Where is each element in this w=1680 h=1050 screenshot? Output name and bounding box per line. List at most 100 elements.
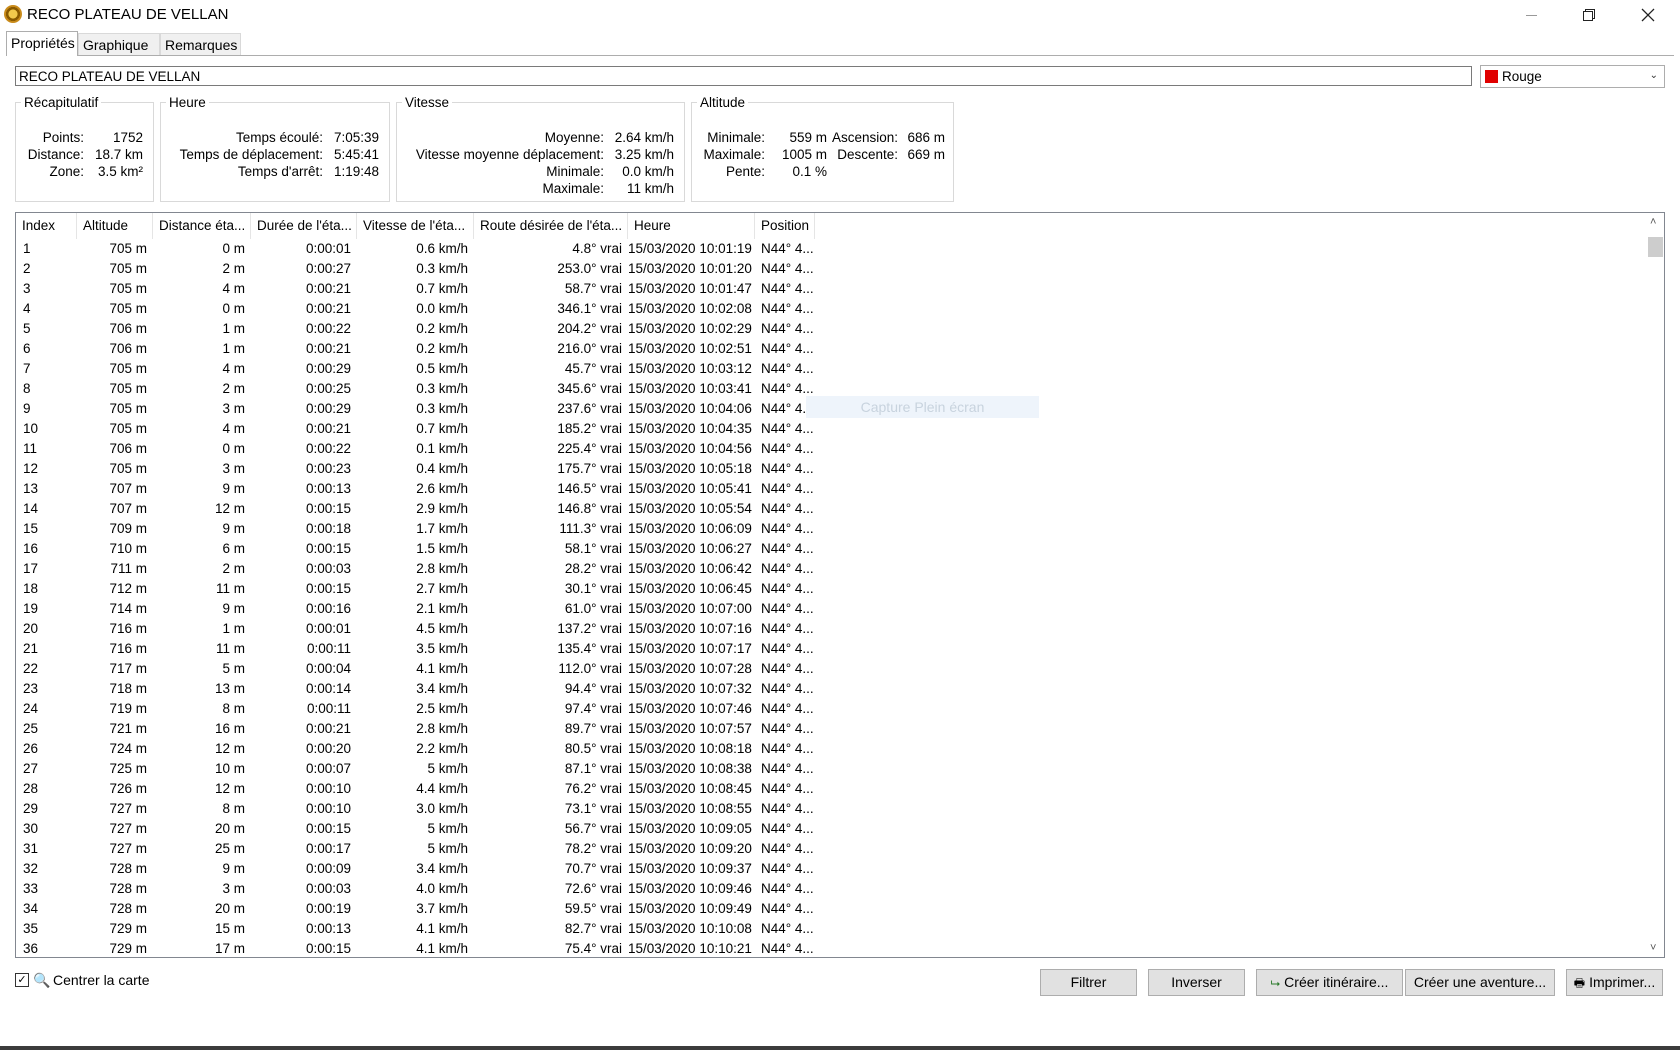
cell-index: 6 <box>23 341 31 356</box>
table-row[interactable]: 27 725 m 10 m 0:00:07 5 km/h 87.1° vrai 15/03/… <box>16 759 816 779</box>
column-header-time[interactable]: Heure <box>628 213 755 239</box>
cell-time: 15/03/2020 10:08:18 <box>628 741 752 756</box>
invert-button[interactable]: Inverser <box>1148 969 1245 996</box>
cell-altitude: 729 m <box>109 921 147 936</box>
table-row[interactable]: 36 729 m 17 m 0:00:15 4.1 km/h 75.4° vrai 15/0… <box>16 939 816 957</box>
table-row[interactable]: 30 727 m 20 m 0:00:15 5 km/h 56.7° vrai 15/03/… <box>16 819 816 839</box>
column-header-duration[interactable]: Durée de l'éta... <box>251 213 357 239</box>
table-row[interactable]: 9 705 m 3 m 0:00:29 0.3 km/h 237.6° vrai 15/03… <box>16 399 816 419</box>
table-row[interactable]: 13 707 m 9 m 0:00:13 2.6 km/h 146.5° vrai 15/0… <box>16 479 816 499</box>
track-name-input[interactable]: RECO PLATEAU DE VELLAN <box>15 66 1472 86</box>
center-map-checkbox[interactable]: ✓ <box>15 973 29 987</box>
cell-altitude: 705 m <box>109 261 147 276</box>
cell-distance: 9 m <box>222 521 245 536</box>
table-row[interactable]: 7 705 m 4 m 0:00:29 0.5 km/h 45.7° vrai 15/03/… <box>16 359 816 379</box>
table-row[interactable]: 23 718 m 13 m 0:00:14 3.4 km/h 94.4° vrai 15/0… <box>16 679 816 699</box>
tab-proprietes[interactable]: Propriétés <box>6 31 78 56</box>
table-row[interactable]: 24 719 m 8 m 0:00:11 2.5 km/h 97.4° vrai 15/03… <box>16 699 816 719</box>
column-header-distance[interactable]: Distance éta... <box>153 213 251 239</box>
map-zoom-icon: 🔍 <box>33 972 51 988</box>
trackpoints-table[interactable]: Index Altitude Distance éta... Durée de l'é… <box>15 212 1665 958</box>
filter-button[interactable]: Filtrer <box>1040 969 1137 996</box>
table-row[interactable]: 35 729 m 15 m 0:00:13 4.1 km/h 82.7° vrai 15/0… <box>16 919 816 939</box>
cell-speed: 0.4 km/h <box>416 461 468 476</box>
cell-distance: 2 m <box>222 381 245 396</box>
color-swatch <box>1485 70 1498 83</box>
table-row[interactable]: 26 724 m 12 m 0:00:20 2.2 km/h 80.5° vrai 15/0… <box>16 739 816 759</box>
column-header-heading[interactable]: Route désirée de l'éta... <box>474 213 628 239</box>
table-row[interactable]: 11 706 m 0 m 0:00:22 0.1 km/h 225.4° vrai 15/0… <box>16 439 816 459</box>
table-row[interactable]: 29 727 m 8 m 0:00:10 3.0 km/h 73.1° vrai 15/03… <box>16 799 816 819</box>
table-row[interactable]: 34 728 m 20 m 0:00:19 3.7 km/h 59.5° vrai 15/0… <box>16 899 816 919</box>
cell-distance: 8 m <box>222 801 245 816</box>
tab-remarques[interactable]: Remarques <box>160 33 241 55</box>
cell-position: N44° 4... <box>761 901 814 916</box>
cell-speed: 4.1 km/h <box>416 661 468 676</box>
cell-index: 31 <box>23 841 39 856</box>
cell-index: 22 <box>23 661 39 676</box>
cell-index: 9 <box>23 401 31 416</box>
cell-distance: 0 m <box>222 301 245 316</box>
column-header-index[interactable]: Index <box>16 213 77 239</box>
table-row[interactable]: 25 721 m 16 m 0:00:21 2.8 km/h 89.7° vrai 15/0… <box>16 719 816 739</box>
vertical-scrollbar[interactable]: ˄ ˅ <box>1647 213 1664 957</box>
table-row[interactable]: 28 726 m 12 m 0:00:10 4.4 km/h 76.2° vrai 15/0… <box>16 779 816 799</box>
create-adventure-button[interactable]: Créer une aventure... <box>1405 969 1555 996</box>
table-row[interactable]: 5 706 m 1 m 0:00:22 0.2 km/h 204.2° vrai 15/03… <box>16 319 816 339</box>
print-button[interactable]: 🖶 Imprimer... <box>1566 969 1663 996</box>
cell-speed: 0.7 km/h <box>416 421 468 436</box>
table-row[interactable]: 15 709 m 9 m 0:00:18 1.7 km/h 111.3° vrai 15/0… <box>16 519 816 539</box>
table-row[interactable]: 21 716 m 11 m 0:00:11 3.5 km/h 135.4° vrai 15/… <box>16 639 816 659</box>
minimize-icon <box>1525 14 1537 16</box>
table-row[interactable]: 10 705 m 4 m 0:00:21 0.7 km/h 185.2° vrai 15/0… <box>16 419 816 439</box>
table-row[interactable]: 32 728 m 9 m 0:00:09 3.4 km/h 70.7° vrai 15/03… <box>16 859 816 879</box>
table-row[interactable]: 1 705 m 0 m 0:00:01 0.6 km/h 4.8° vrai 15/03/2… <box>16 239 816 259</box>
cell-index: 11 <box>23 441 38 456</box>
table-row[interactable]: 4 705 m 0 m 0:00:21 0.0 km/h 346.1° vrai 15/03… <box>16 299 816 319</box>
tab-graphique[interactable]: Graphique <box>78 33 160 55</box>
restore-button[interactable] <box>1560 0 1618 30</box>
table-row[interactable]: 33 728 m 3 m 0:00:03 4.0 km/h 72.6° vrai 15/03… <box>16 879 816 899</box>
table-row[interactable]: 14 707 m 12 m 0:00:15 2.9 km/h 146.8° vrai 15/… <box>16 499 816 519</box>
column-header-altitude[interactable]: Altitude <box>77 213 153 239</box>
cell-index: 23 <box>23 681 39 696</box>
table-row[interactable]: 31 727 m 25 m 0:00:17 5 km/h 78.2° vrai 15/03/… <box>16 839 816 859</box>
color-dropdown[interactable]: Rouge ⌄ <box>1480 65 1665 88</box>
table-row[interactable]: 2 705 m 2 m 0:00:27 0.3 km/h 253.0° vrai 15/03… <box>16 259 816 279</box>
cell-speed: 5 km/h <box>427 761 468 776</box>
table-row[interactable]: 12 705 m 3 m 0:00:23 0.4 km/h 175.7° vrai 15/0… <box>16 459 816 479</box>
column-header-speed[interactable]: Vitesse de l'éta... <box>357 213 474 239</box>
table-row[interactable]: 3 705 m 4 m 0:00:21 0.7 km/h 58.7° vrai 15/03/… <box>16 279 816 299</box>
close-button[interactable] <box>1619 0 1677 30</box>
cell-heading: 216.0° vrai <box>557 341 622 356</box>
cell-time: 15/03/2020 10:04:06 <box>628 401 752 416</box>
cell-heading: 346.1° vrai <box>557 301 622 316</box>
cell-time: 15/03/2020 10:10:21 <box>628 941 752 956</box>
table-row[interactable]: 18 712 m 11 m 0:00:15 2.7 km/h 30.1° vrai 15/0… <box>16 579 816 599</box>
scroll-down-icon[interactable]: ˅ <box>1650 942 1656 954</box>
cell-index: 5 <box>23 321 31 336</box>
cell-index: 29 <box>23 801 39 816</box>
cell-speed: 0.6 km/h <box>416 241 468 256</box>
table-row[interactable]: 22 717 m 5 m 0:00:04 4.1 km/h 112.0° vrai 15/0… <box>16 659 816 679</box>
scroll-thumb[interactable] <box>1648 237 1663 257</box>
cell-heading: 76.2° vrai <box>564 781 622 796</box>
speed-value: 3.25 km/h <box>614 147 674 162</box>
cell-heading: 237.6° vrai <box>557 401 622 416</box>
scroll-up-icon[interactable]: ˄ <box>1650 216 1656 228</box>
cell-distance: 20 m <box>214 821 245 836</box>
table-row[interactable]: 6 706 m 1 m 0:00:21 0.2 km/h 216.0° vrai 15/03… <box>16 339 816 359</box>
table-row[interactable]: 17 711 m 2 m 0:00:03 2.8 km/h 28.2° vrai 15/03… <box>16 559 816 579</box>
altitude-label: Ascension: <box>831 130 898 145</box>
cell-duration: 0:00:15 <box>305 941 351 956</box>
table-row[interactable]: 16 710 m 6 m 0:00:15 1.5 km/h 58.1° vrai 15/03… <box>16 539 816 559</box>
cell-altitude: 726 m <box>109 781 147 796</box>
table-row[interactable]: 8 705 m 2 m 0:00:25 0.3 km/h 345.6° vrai 15/03… <box>16 379 816 399</box>
cell-heading: 253.0° vrai <box>557 261 622 276</box>
cell-heading: 94.4° vrai <box>564 681 622 696</box>
column-header-position[interactable]: Position <box>755 213 815 239</box>
create-route-button[interactable]: ⮡ Créer itinéraire... <box>1256 969 1403 996</box>
table-row[interactable]: 19 714 m 9 m 0:00:16 2.1 km/h 61.0° vrai 15/03… <box>16 599 816 619</box>
minimize-button[interactable] <box>1502 0 1560 30</box>
table-row[interactable]: 20 716 m 1 m 0:00:01 4.5 km/h 137.2° vrai 15/0… <box>16 619 816 639</box>
